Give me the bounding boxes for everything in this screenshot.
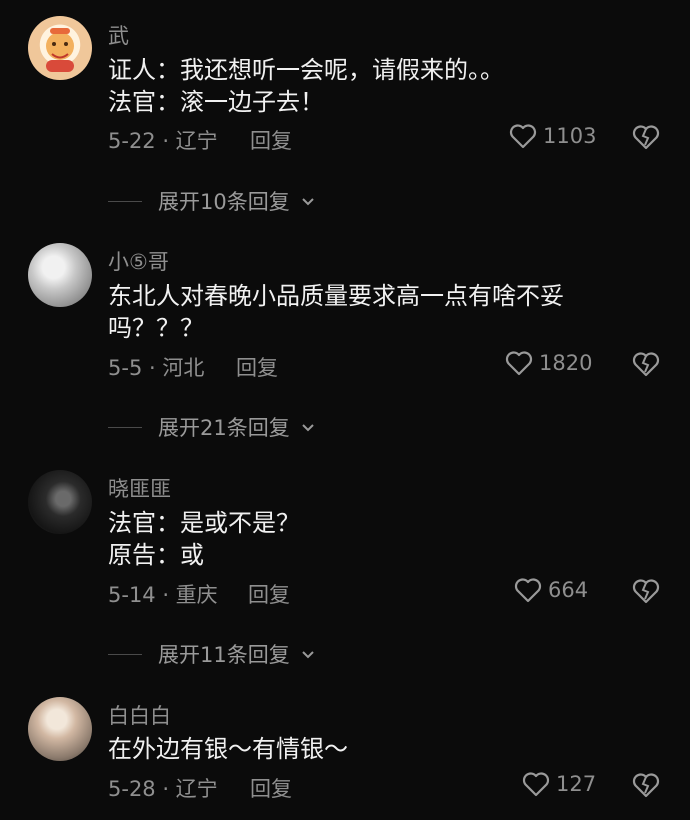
comment-text: 在外边有银～有情银～ — [108, 733, 648, 765]
like-button[interactable]: 664 — [514, 577, 588, 603]
username[interactable]: 晓匪匪 — [108, 473, 171, 503]
reply-button[interactable]: 回复 — [248, 579, 290, 609]
comment-line: 吗？？？ — [108, 314, 204, 342]
username[interactable]: 武 — [108, 20, 129, 50]
avatar[interactable] — [28, 243, 92, 307]
expand-replies-label: 展开11条回复 — [158, 643, 290, 667]
heart-outline-icon — [522, 772, 550, 797]
username[interactable]: 小⑤哥 — [108, 246, 169, 276]
avatar[interactable] — [28, 16, 92, 80]
comment-line: 证人：我还想听一会呢，请假来的。。 — [108, 56, 504, 84]
expand-replies-button[interactable]: 展开11条回复 — [108, 639, 316, 669]
comment-list: 武 证人：我还想听一会呢，请假来的。。 法官：滚一边子去！ 5-22 · 辽宁 … — [0, 0, 690, 820]
like-count: 664 — [548, 578, 589, 602]
divider — [108, 426, 142, 428]
comment-line: 原告：或 — [108, 541, 204, 569]
like-button[interactable]: 127 — [522, 771, 596, 797]
expand-replies-label: 展开21条回复 — [158, 416, 290, 440]
date-location: 5-5 · 河北 — [108, 356, 205, 380]
broken-heart-icon[interactable] — [632, 771, 660, 799]
comment-text: 东北人对春晚小品质量要求高一点有啥不妥 吗？？？ — [108, 280, 648, 344]
reply-button[interactable]: 回复 — [250, 125, 292, 155]
username[interactable]: 白白白 — [108, 700, 171, 730]
like-count: 127 — [556, 772, 597, 796]
heart-outline-icon — [509, 124, 537, 149]
heart-outline-icon — [505, 351, 533, 376]
date-location: 5-22 · 辽宁 — [108, 129, 218, 153]
avatar[interactable] — [28, 470, 92, 534]
reply-button[interactable]: 回复 — [236, 352, 278, 382]
avatar-illustration-icon — [46, 28, 74, 72]
avatar[interactable] — [28, 697, 92, 761]
like-count: 1103 — [543, 124, 597, 148]
expand-replies-button[interactable]: 展开10条回复 — [108, 186, 316, 216]
reply-button[interactable]: 回复 — [250, 773, 292, 803]
like-button[interactable]: 1103 — [509, 123, 596, 149]
heart-outline-icon — [514, 578, 542, 603]
comment-line: 法官：是或不是？ — [108, 509, 300, 537]
date-location: 5-28 · 辽宁 — [108, 777, 218, 801]
divider — [108, 653, 142, 655]
comment-line: 法官：滚一边子去！ — [108, 88, 324, 116]
divider — [108, 200, 142, 202]
like-button[interactable]: 1820 — [505, 350, 592, 376]
comment-line: 东北人对春晚小品质量要求高一点有啥不妥 — [108, 282, 564, 310]
date-location: 5-14 · 重庆 — [108, 583, 218, 607]
expand-replies-button[interactable]: 展开21条回复 — [108, 412, 316, 442]
chevron-down-icon — [302, 424, 314, 432]
comment-text: 法官：是或不是？ 原告：或 — [108, 507, 648, 571]
chevron-down-icon — [302, 198, 314, 206]
expand-replies-label: 展开10条回复 — [158, 190, 290, 214]
comment-line: 在外边有银～有情银～ — [108, 735, 348, 763]
broken-heart-icon[interactable] — [632, 123, 660, 151]
broken-heart-icon[interactable] — [632, 577, 660, 605]
like-count: 1820 — [539, 351, 593, 375]
broken-heart-icon[interactable] — [632, 350, 660, 378]
chevron-down-icon — [302, 651, 314, 659]
comment-text: 证人：我还想听一会呢，请假来的。。 法官：滚一边子去！ — [108, 54, 648, 118]
